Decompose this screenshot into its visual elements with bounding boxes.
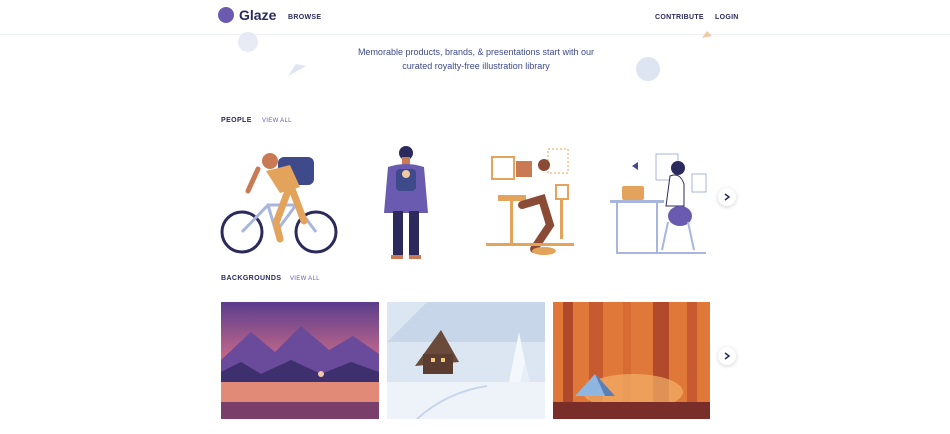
background-card-forest-campsite[interactable] bbox=[553, 302, 710, 419]
background-card-sunset-lake[interactable] bbox=[221, 302, 379, 419]
hero-line-1: Memorable products, brands, & presentati… bbox=[357, 47, 595, 57]
people-section-title: PEOPLE bbox=[221, 117, 252, 124]
nav-browse-link[interactable]: BROWSE bbox=[288, 14, 321, 21]
logo-text: Glaze bbox=[239, 7, 277, 23]
nav-login-link[interactable]: LOGIN bbox=[715, 14, 739, 21]
cyclist-illustration bbox=[220, 153, 338, 254]
people-card-laptop[interactable] bbox=[604, 150, 714, 256]
parent-illustration bbox=[384, 146, 428, 259]
people-card-cyclist[interactable] bbox=[218, 143, 344, 263]
backgrounds-next-button[interactable] bbox=[718, 347, 736, 365]
sunset-lake-illustration bbox=[221, 302, 379, 419]
desk-worker-illustration bbox=[486, 148, 574, 255]
hero-line-2: curated royalty-free illustration librar… bbox=[402, 61, 550, 71]
laptop-worker-illustration bbox=[610, 153, 707, 254]
people-view-all-link[interactable]: VIEW ALL bbox=[262, 118, 292, 124]
chevron-right-icon bbox=[724, 193, 731, 201]
forest-campsite-illustration bbox=[553, 302, 710, 419]
people-card-parent[interactable] bbox=[376, 143, 436, 263]
small-shape-decoration bbox=[702, 31, 712, 38]
backgrounds-section-title: BACKGROUNDS bbox=[221, 275, 282, 282]
background-card-snowy-cabin[interactable] bbox=[387, 302, 545, 419]
dotted-circle-decoration bbox=[238, 32, 258, 52]
people-next-button[interactable] bbox=[718, 188, 736, 206]
backgrounds-view-all-link[interactable]: VIEW ALL bbox=[290, 276, 320, 282]
glaze-logo-link[interactable]: Glaze bbox=[218, 7, 276, 23]
nav-contribute-link[interactable]: CONTRIBUTE bbox=[655, 14, 704, 21]
chevron-right-icon bbox=[724, 352, 731, 360]
people-card-desk[interactable] bbox=[482, 145, 578, 257]
hero-tagline: Memorable products, brands, & presentati… bbox=[300, 45, 652, 73]
top-navigation-bar: Glaze BROWSE CONTRIBUTE LOGIN bbox=[0, 0, 950, 35]
snowy-cabin-illustration bbox=[387, 302, 545, 419]
circle-logo-icon bbox=[218, 7, 234, 23]
